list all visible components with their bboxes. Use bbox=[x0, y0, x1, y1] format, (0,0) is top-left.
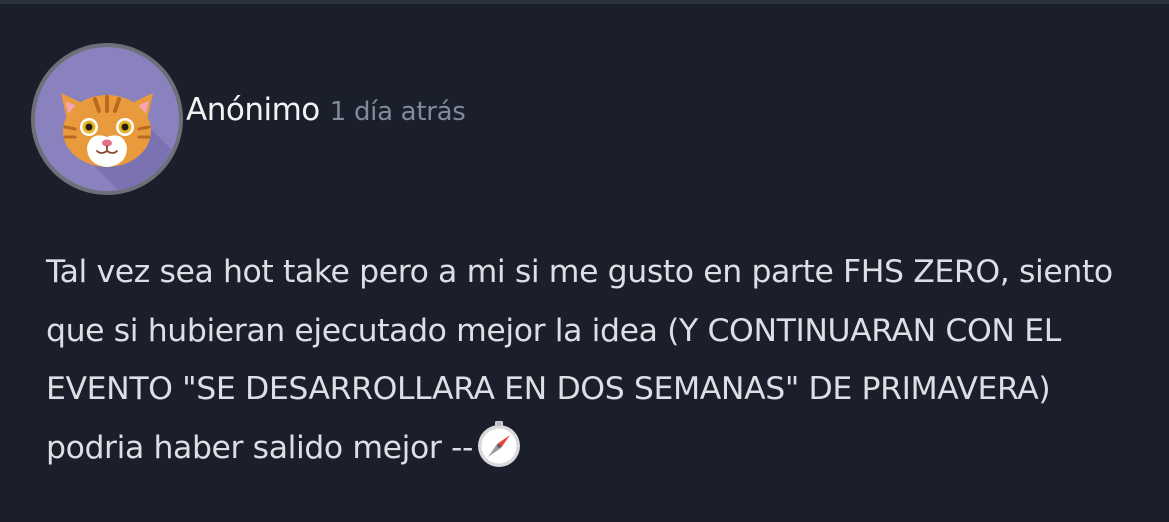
cat-face-icon bbox=[61, 93, 179, 191]
author-name[interactable]: Anónimo bbox=[186, 92, 320, 128]
timestamp: 1 día atrás bbox=[329, 97, 466, 127]
comment-card: Anónimo 1 día atrás Tal vez sea hot take… bbox=[0, 0, 1169, 522]
comment-header: Anónimo 1 día atrás bbox=[186, 92, 466, 136]
compass-icon bbox=[477, 420, 520, 467]
avatar[interactable] bbox=[31, 43, 183, 195]
comment-body: Tal vez sea hot take pero a mi si me gus… bbox=[46, 243, 1146, 477]
comment-text: Tal vez sea hot take pero a mi si me gus… bbox=[46, 254, 1113, 466]
